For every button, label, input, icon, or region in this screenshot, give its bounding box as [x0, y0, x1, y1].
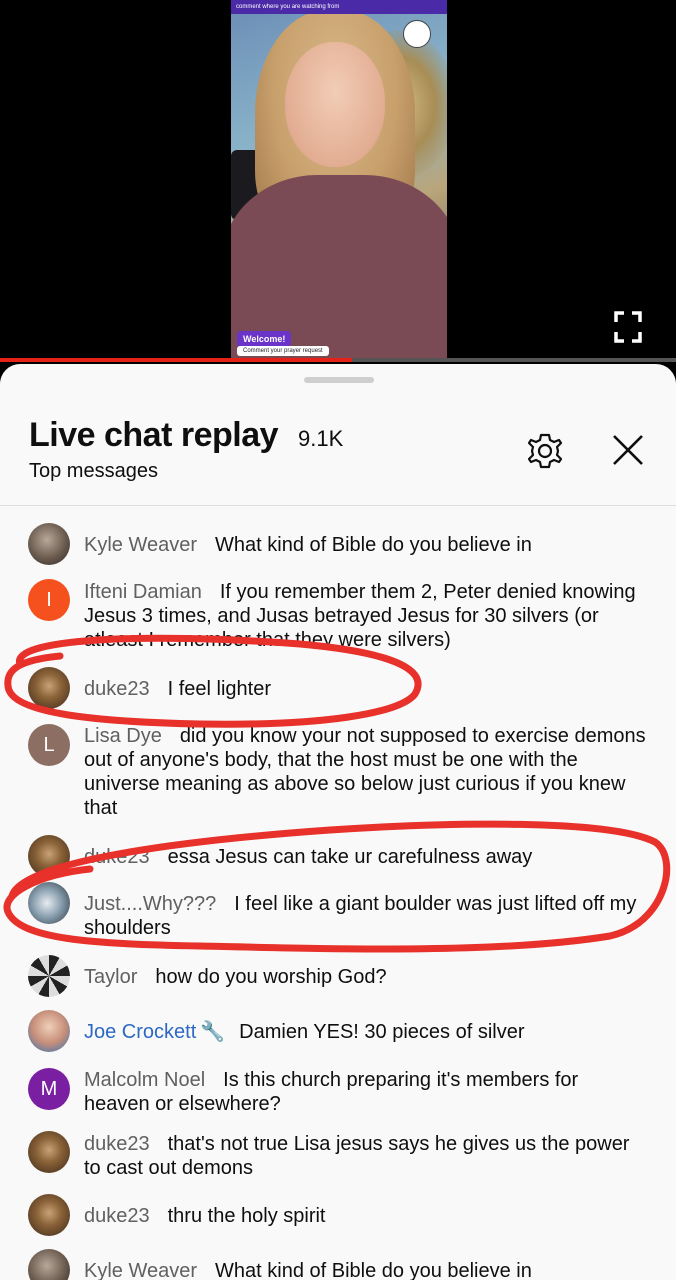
- top-messages-selector[interactable]: Top messages: [29, 460, 158, 483]
- message-text: What kind of Bible do you believe in: [215, 1260, 532, 1280]
- welcome-label: Welcome!: [237, 331, 292, 347]
- avatar: [28, 1249, 70, 1280]
- message-author[interactable]: Just....Why???: [84, 893, 216, 915]
- prayer-request-label: Comment your prayer request: [237, 346, 329, 356]
- message-text: What kind of Bible do you believe in: [215, 534, 532, 556]
- message-author[interactable]: duke23: [84, 678, 150, 700]
- gear-icon[interactable]: [526, 432, 564, 470]
- avatar: [28, 1010, 70, 1052]
- message-author[interactable]: Joe Crockett: [84, 1021, 196, 1043]
- message-author[interactable]: Ifteni Damian: [84, 581, 202, 603]
- viewer-count: 9.1K: [298, 426, 344, 451]
- video-banner: comment where you are watching from: [231, 0, 447, 14]
- avatar: M: [28, 1068, 70, 1110]
- chat-title: Live chat replay: [29, 416, 279, 454]
- message-author[interactable]: Malcolm Noel: [84, 1069, 205, 1091]
- progress-bar-fill: [0, 358, 352, 362]
- message-text: how do you worship God?: [155, 966, 387, 988]
- avatar: [28, 1194, 70, 1236]
- video-player[interactable]: comment where you are watching from Welc…: [0, 0, 676, 362]
- message-text: that's not true Lisa jesus says he gives…: [84, 1133, 630, 1179]
- avatar: [28, 882, 70, 924]
- avatar: [28, 835, 70, 877]
- avatar: [28, 1131, 70, 1173]
- header-divider: [0, 505, 676, 506]
- live-chat-panel: Live chat replay 9.1K Top messages Kyle …: [0, 364, 676, 1280]
- message-author[interactable]: duke23: [84, 1205, 150, 1227]
- avatar: [28, 955, 70, 997]
- message-text: I feel lighter: [167, 678, 272, 700]
- message-author[interactable]: duke23: [84, 1133, 150, 1155]
- streamer-face: [285, 42, 385, 167]
- message-text: thru the holy spirit: [167, 1205, 326, 1227]
- drag-handle[interactable]: [304, 377, 374, 383]
- video-frame: comment where you are watching from Welc…: [231, 0, 447, 362]
- wrench-icon: 🔧: [200, 1021, 226, 1043]
- avatar: I: [28, 579, 70, 621]
- message-author[interactable]: Lisa Dye: [84, 725, 162, 747]
- message-text: essa Jesus can take ur carefulness away: [167, 846, 533, 868]
- avatar: L: [28, 724, 70, 766]
- fullscreen-icon[interactable]: [614, 311, 642, 343]
- avatar: [28, 523, 70, 565]
- close-icon[interactable]: [611, 433, 645, 467]
- message-text: did you know your not supposed to exerci…: [84, 725, 646, 819]
- message-text: Damien YES! 30 pieces of silver: [239, 1021, 525, 1043]
- progress-bar[interactable]: [0, 358, 676, 362]
- channel-logo-icon: [403, 20, 431, 48]
- avatar: [28, 667, 70, 709]
- message-author[interactable]: duke23: [84, 846, 150, 868]
- message-author[interactable]: Kyle Weaver: [84, 1260, 197, 1280]
- message-author[interactable]: Taylor: [84, 966, 137, 988]
- message-author[interactable]: Kyle Weaver: [84, 534, 197, 556]
